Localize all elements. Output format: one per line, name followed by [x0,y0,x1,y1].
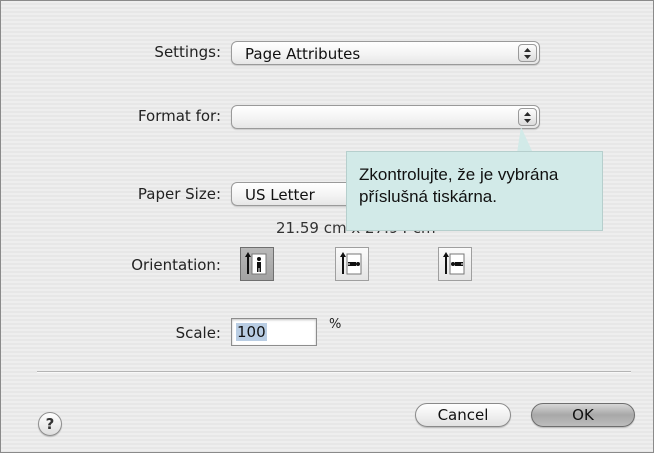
scale-unit: % [329,317,342,332]
settings-popup[interactable]: Page Attributes [231,41,540,65]
format-for-popup[interactable] [231,105,540,129]
landscape-right-icon [443,252,465,275]
callout-note: Zkontrolujte, že je vybrána příslušná ti… [346,151,603,231]
ok-button[interactable]: OK [531,403,635,427]
scale-value: 100 [236,323,267,341]
paper-size-popup-value: US Letter [245,186,315,204]
callout-pointer [517,127,533,153]
orientation-landscape-right-button[interactable] [438,247,472,281]
paper-size-label: Paper Size: [137,185,221,203]
cancel-button[interactable]: Cancel [415,403,511,427]
scale-input[interactable]: 100 [231,318,317,346]
up-down-arrows-icon [518,44,537,62]
up-down-arrows-icon [518,108,537,126]
help-button[interactable]: ? [38,412,62,436]
orientation-landscape-left-button[interactable] [335,247,369,281]
separator [37,371,631,373]
orientation-portrait-button[interactable] [240,247,274,281]
settings-popup-value: Page Attributes [245,45,361,63]
orientation-label: Orientation: [131,256,221,274]
landscape-left-icon [340,252,362,275]
portrait-person-icon [245,252,267,275]
callout-line-1: Zkontrolujte, že je vybrána [359,165,559,184]
question-mark-icon: ? [45,415,55,433]
callout-line-2: příslušná tiskárna. [359,187,497,206]
scale-label: Scale: [175,324,221,342]
format-for-label: Format for: [137,107,221,125]
page-setup-dialog: Settings: Page Attributes Format for: Pa… [0,0,654,453]
settings-label: Settings: [154,43,221,61]
